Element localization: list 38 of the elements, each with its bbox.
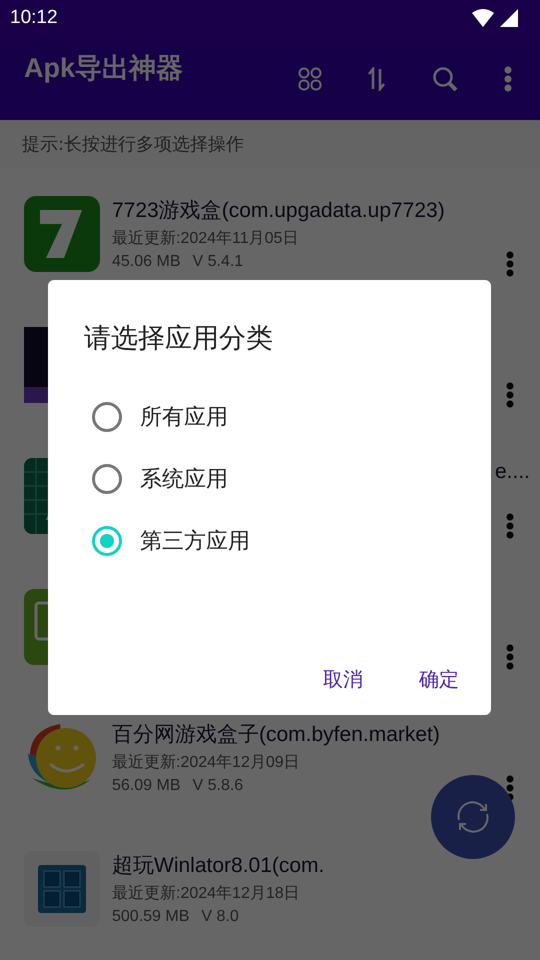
app-size: 56.09 MB <box>112 777 180 795</box>
grid-icon[interactable] <box>298 67 322 91</box>
radio-option[interactable]: 所有应用 <box>92 402 459 432</box>
app-size: 500.59 MB <box>112 908 190 926</box>
update-date: 最近更新:2024年12月18日 <box>112 884 301 904</box>
wifi-icon <box>472 9 494 27</box>
radio-button[interactable] <box>92 526 122 556</box>
app-version: V 5.4.1 <box>192 253 244 271</box>
app-name: 百分网游戏盒子(com.byfen.market) <box>112 722 441 748</box>
app-size: 45.06 MB <box>112 253 180 271</box>
app-version: V 8.0 <box>201 908 239 926</box>
dialog-button[interactable]: 取消 <box>323 666 363 693</box>
app-version: V 5.8.6 <box>192 777 244 795</box>
radio-option[interactable]: 第三方应用 <box>92 526 459 556</box>
sort-icon[interactable] <box>368 67 386 91</box>
app-name: 超玩Winlator8.01(com. <box>112 853 326 879</box>
radio-option[interactable]: 系统应用 <box>92 464 459 494</box>
update-date: 最近更新:2024年11月05日 <box>112 228 300 249</box>
option-label: 系统应用 <box>140 466 228 494</box>
more-icon[interactable] <box>506 251 514 277</box>
radio-button[interactable] <box>92 402 122 432</box>
app-icon <box>24 196 100 272</box>
radio-button[interactable] <box>92 464 122 494</box>
app-name: e.... <box>494 460 530 484</box>
option-label: 第三方应用 <box>140 528 250 556</box>
option-label: 所有应用 <box>140 404 228 432</box>
dialog-button[interactable]: 确定 <box>419 666 459 693</box>
update-date: 最近更新:2024年12月09日 <box>112 752 301 773</box>
dialog-title: 请选择应用分类 <box>84 322 274 356</box>
status-time: 10:12 <box>10 7 58 29</box>
more-icon[interactable] <box>506 382 514 408</box>
more-icon[interactable] <box>506 644 514 670</box>
app-name: 7723游戏盒(com.upgadata.up7723) <box>112 198 446 224</box>
more-icon[interactable] <box>504 66 512 92</box>
app-title: Apk导出神器 <box>24 52 184 85</box>
more-icon[interactable] <box>506 513 514 539</box>
search-icon[interactable] <box>432 66 458 92</box>
signal-icon <box>500 9 518 27</box>
